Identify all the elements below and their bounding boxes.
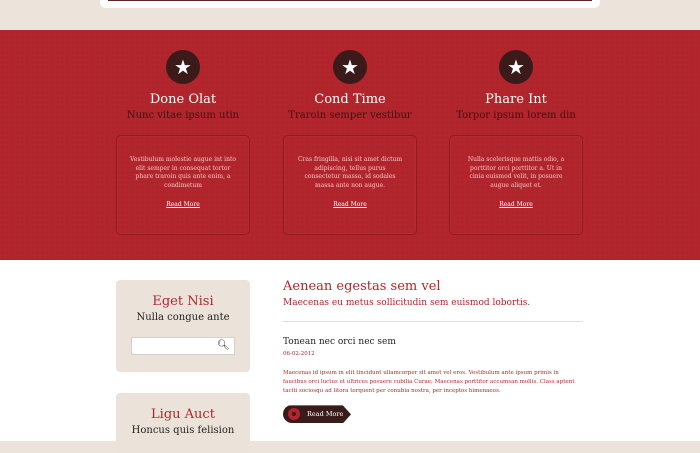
search-icon[interactable]: 🔍︎ <box>217 340 230 352</box>
widget-subtitle: Nulla congue ante <box>136 312 230 323</box>
widget-title: Eget Nisi <box>152 294 214 309</box>
feature-column-3: ★ Phare Int Torpor ipsum lorem din Nulla… <box>449 30 583 235</box>
bullet-icon <box>288 408 300 421</box>
feature-box: Cras fringilla, nisi sit amet dictum adi… <box>283 135 417 235</box>
read-more-label: Read More <box>307 410 344 419</box>
star-icon: ★ <box>166 50 200 84</box>
post-title[interactable]: Tonean nec orci nec sem <box>283 337 583 347</box>
star-icon: ★ <box>333 50 367 84</box>
feature-text: Vestibulum molestie augue int into elit … <box>130 156 236 190</box>
top-header-area <box>0 0 700 30</box>
feature-read-more-link[interactable]: Read More <box>166 201 200 208</box>
star-icon: ★ <box>499 50 533 84</box>
post-date: 06-02-2012 <box>283 351 315 357</box>
search-box: 🔍︎ <box>131 337 235 359</box>
secondary-widget: Ligu Auct Honcus quis felision <box>116 393 250 453</box>
feature-title: Phare Int <box>485 92 547 107</box>
section-title: Aenean egestas sem vel <box>283 279 441 294</box>
widget-title: Ligu Auct <box>151 407 215 422</box>
content-area: Eget Nisi Nulla congue ante 🔍︎ Ligu Auct… <box>0 260 700 453</box>
feature-read-more-link[interactable]: Read More <box>499 201 533 208</box>
feature-read-more-link[interactable]: Read More <box>333 201 367 208</box>
widget-subtitle: Honcus quis felision <box>131 425 235 436</box>
post-excerpt: Maecenas id ipsum in elit tincidunt ulla… <box>283 370 575 394</box>
header-banner-strip <box>108 0 592 1</box>
features-band: ★ Done Olat Nunc vitae ipsum utin Vestib… <box>0 30 700 260</box>
feature-subtitle: Torpor ipsum lorem din <box>456 110 576 121</box>
header-panel <box>100 0 600 8</box>
divider <box>283 321 583 322</box>
feature-column-2: ★ Cond Time Traroin semper vestibur Cras… <box>283 30 417 235</box>
feature-box: Nulla scelerisque mattis odio, a porttit… <box>449 135 583 235</box>
search-input[interactable] <box>139 342 227 359</box>
main-content: Aenean egestas sem vel Maecenas eu metus… <box>283 260 583 424</box>
feature-text: Nulla scelerisque mattis odio, a porttit… <box>467 156 565 190</box>
feature-column-1: ★ Done Olat Nunc vitae ipsum utin Vestib… <box>116 30 250 235</box>
feature-box: Vestibulum molestie augue int into elit … <box>116 135 250 235</box>
feature-title: Done Olat <box>149 92 217 107</box>
feature-subtitle: Nunc vitae ipsum utin <box>126 110 240 121</box>
read-more-button[interactable]: Read More <box>283 405 351 424</box>
section-subtitle: Maecenas eu metus sollicitudin sem euism… <box>283 298 531 308</box>
feature-title: Cond Time <box>314 92 386 107</box>
feature-text: Cras fringilla, nisi sit amet dictum adi… <box>297 156 403 190</box>
feature-subtitle: Traroin semper vestibur <box>288 110 412 121</box>
search-widget: Eget Nisi Nulla congue ante 🔍︎ <box>116 280 250 372</box>
